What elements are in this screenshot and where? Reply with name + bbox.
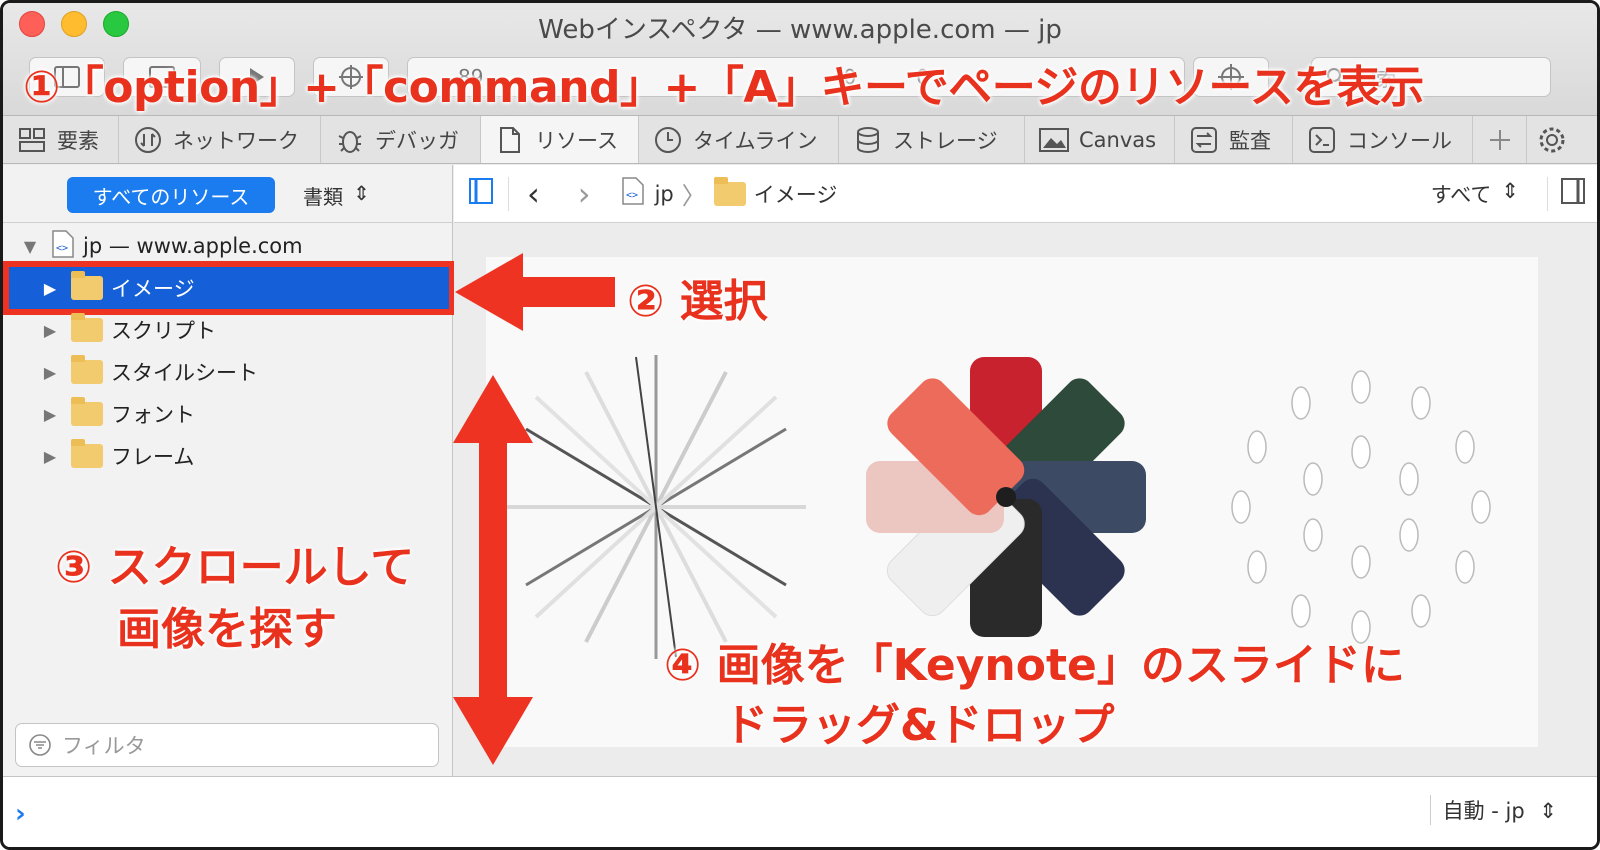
arrow-left-icon: [455, 253, 615, 331]
inspector-window: Webインスペクタ — www.apple.com — jp 89 0 0 検索…: [0, 0, 1600, 850]
annotation-step2: ② 選択: [627, 276, 768, 327]
execution-context-selector[interactable]: 自動 - jp ⇕: [1429, 795, 1557, 825]
console-prompt-bar: › 自動 - jp ⇕: [3, 776, 1597, 847]
console-prompt-icon[interactable]: ›: [15, 799, 26, 829]
updown-chevron-icon: ⇕: [1539, 799, 1557, 823]
context-label: 自動 - jp: [1442, 799, 1525, 823]
arrow-updown-icon: [453, 375, 533, 765]
annotation-arrows: [453, 253, 615, 765]
